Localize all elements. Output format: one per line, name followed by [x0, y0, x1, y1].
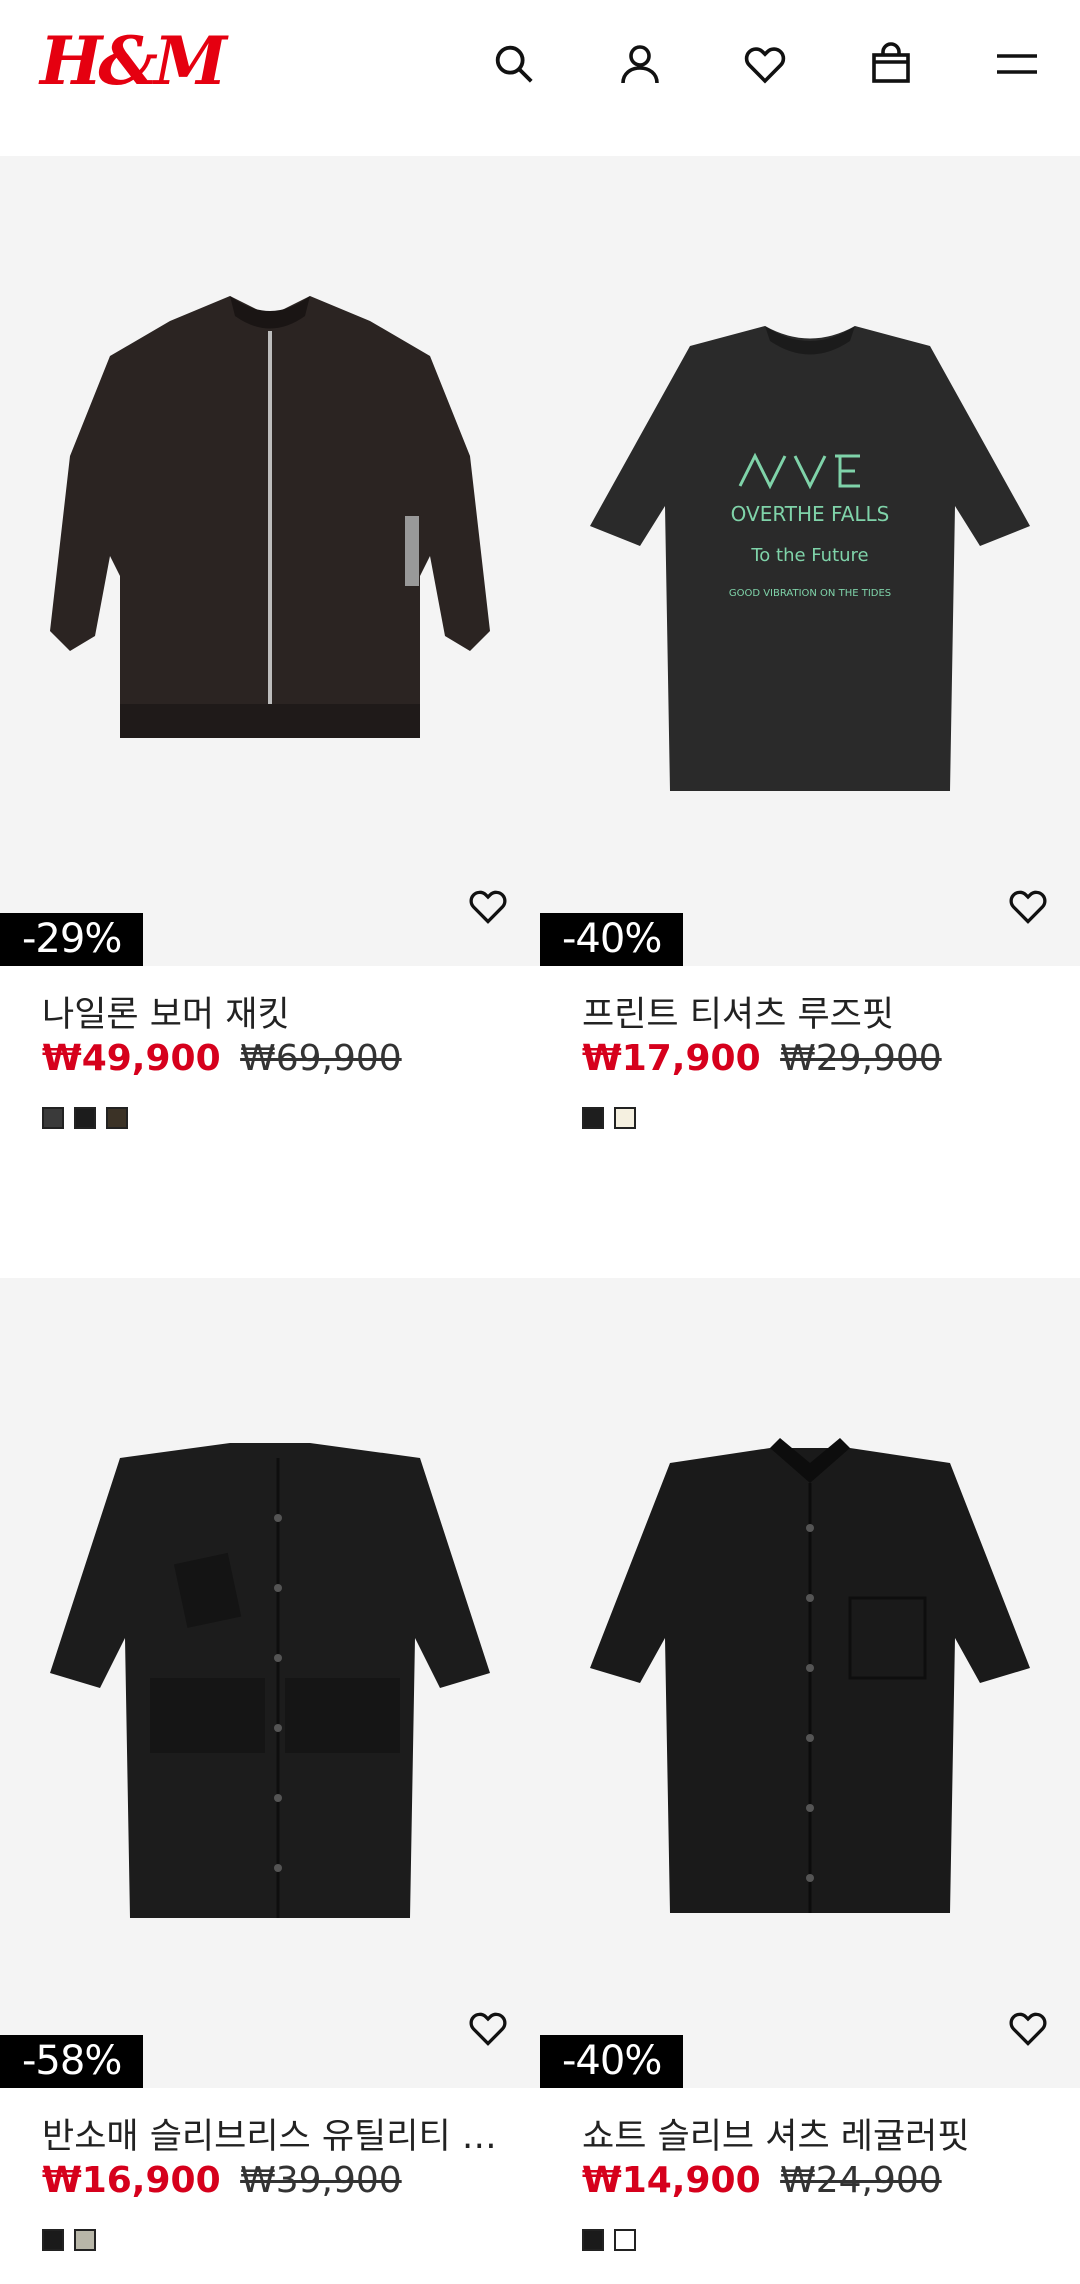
color-swatches: [42, 1107, 128, 1129]
product-card[interactable]: OVERTHE FALLS To the Future GOOD VIBRATI…: [540, 156, 1080, 1129]
sale-price: ₩16,900: [42, 2160, 221, 2201]
color-swatch[interactable]: [74, 1107, 96, 1129]
product-price: ₩14,900 ₩24,900: [582, 2160, 942, 2201]
product-name[interactable]: 나일론 보머 재킷: [42, 986, 502, 1037]
sale-price: ₩14,900: [582, 2160, 761, 2201]
product-price: ₩17,900 ₩29,900: [582, 1038, 942, 1079]
original-price: ₩29,900: [780, 1038, 942, 1079]
color-swatch[interactable]: [42, 1107, 64, 1129]
original-price: ₩39,900: [240, 2160, 402, 2201]
discount-badge: -58%: [0, 2035, 144, 2088]
wishlist-icon[interactable]: [735, 34, 795, 94]
wishlist-heart-icon[interactable]: [998, 1998, 1058, 2058]
discount-badge: -29%: [0, 913, 144, 966]
sale-price: ₩49,900: [42, 1038, 221, 1079]
product-card[interactable]: -40% 쇼트 슬리브 셔츠 레귤러핏 ₩14,900 ₩24,900: [540, 1278, 1080, 2284]
shopping-bag-icon[interactable]: [861, 34, 921, 94]
product-name[interactable]: 프린트 티셔츠 루즈핏: [582, 986, 1042, 1037]
color-swatch[interactable]: [42, 2229, 64, 2251]
product-image[interactable]: -40%: [540, 1278, 1080, 2088]
product-name[interactable]: 반소매 슬리브리스 유틸리티 셔츠: [42, 2108, 502, 2159]
product-name[interactable]: 쇼트 슬리브 셔츠 레귤러핏: [582, 2108, 1042, 2159]
wishlist-heart-icon[interactable]: [458, 1998, 518, 2058]
search-icon[interactable]: [484, 34, 544, 94]
color-swatch[interactable]: [582, 1107, 604, 1129]
color-swatch[interactable]: [614, 1107, 636, 1129]
svg-text:To the Future: To the Future: [750, 545, 868, 566]
color-swatch[interactable]: [582, 2229, 604, 2251]
product-image[interactable]: -58%: [0, 1278, 540, 2088]
svg-text:OVERTHE FALLS: OVERTHE FALLS: [731, 502, 890, 526]
product-image[interactable]: -29%: [0, 156, 540, 966]
wishlist-heart-icon[interactable]: [458, 876, 518, 936]
product-card[interactable]: -58% 반소매 슬리브리스 유틸리티 셔츠 ₩16,900 ₩39,900: [0, 1278, 540, 2284]
discount-badge: -40%: [540, 2035, 684, 2088]
color-swatches: [582, 1107, 636, 1129]
original-price: ₩69,900: [240, 1038, 402, 1079]
sale-price: ₩17,900: [582, 1038, 761, 1079]
color-swatches: [582, 2229, 636, 2251]
product-price: ₩49,900 ₩69,900: [42, 1038, 402, 1079]
product-card[interactable]: -29% 나일론 보머 재킷 ₩49,900 ₩69,900: [0, 156, 540, 1129]
menu-icon[interactable]: [987, 34, 1047, 94]
svg-text:GOOD VIBRATION ON THE TIDES: GOOD VIBRATION ON THE TIDES: [729, 588, 891, 599]
top-header: H&M: [0, 0, 1080, 156]
original-price: ₩24,900: [780, 2160, 942, 2201]
account-icon[interactable]: [610, 34, 670, 94]
wishlist-heart-icon[interactable]: [998, 876, 1058, 936]
color-swatches: [42, 2229, 96, 2251]
product-image[interactable]: OVERTHE FALLS To the Future GOOD VIBRATI…: [540, 156, 1080, 966]
hm-logo[interactable]: H&M: [40, 22, 227, 100]
discount-badge: -40%: [540, 913, 684, 966]
color-swatch[interactable]: [614, 2229, 636, 2251]
product-price: ₩16,900 ₩39,900: [42, 2160, 402, 2201]
color-swatch[interactable]: [74, 2229, 96, 2251]
color-swatch[interactable]: [106, 1107, 128, 1129]
